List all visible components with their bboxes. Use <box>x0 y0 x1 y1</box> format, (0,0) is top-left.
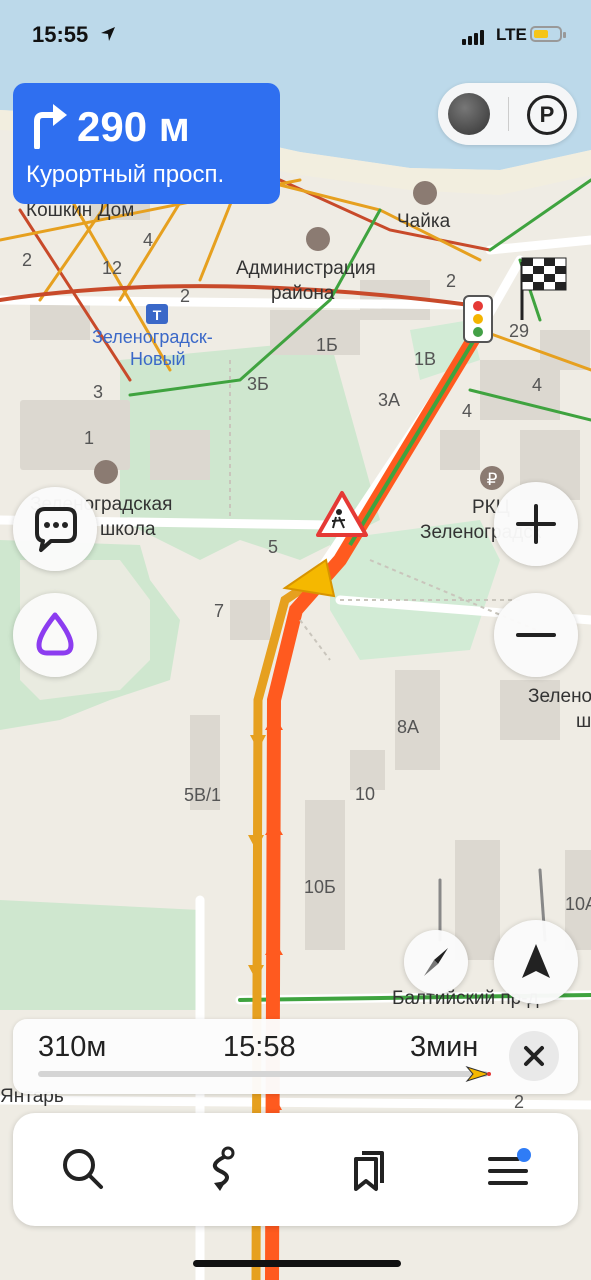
map-house-number: 29 <box>509 321 530 341</box>
map-house-number: 10Б <box>304 877 336 897</box>
map-house-number: 1В <box>414 349 437 369</box>
map-house-number: 5 <box>268 537 279 557</box>
route-progress-bar <box>38 1071 488 1077</box>
map-house-number: 2 <box>22 250 33 270</box>
search-icon[interactable] <box>57 1143 109 1195</box>
traffic-layer-icon[interactable] <box>448 93 490 135</box>
map-label-station-2: Новый <box>130 349 186 369</box>
map-house-number: 10 <box>355 784 376 804</box>
map-house-number: 10А <box>565 894 591 914</box>
alice-voice-assistant-icon <box>36 612 74 656</box>
alice-button[interactable] <box>13 593 97 677</box>
map-house-number: 4 <box>143 230 154 250</box>
map-label-zelen-right-2: ш <box>576 711 591 732</box>
map-house-number: 4 <box>462 401 473 421</box>
map-house-number: 2 <box>180 286 191 306</box>
status-bar: 15:55 LTE <box>0 0 591 70</box>
map-house-number: 2 <box>446 271 457 291</box>
zoom-in-button[interactable] <box>494 482 578 566</box>
map-house-number: 2 <box>514 1092 525 1112</box>
map-house-number: 1 <box>84 428 95 448</box>
map-house-number: 12 <box>102 258 123 278</box>
menu-icon[interactable] <box>482 1143 534 1195</box>
parking-icon[interactable]: P <box>527 95 567 135</box>
map-house-number: 7 <box>214 601 225 621</box>
route-info-panel[interactable]: 310м 15:58 3мин <box>13 1019 578 1094</box>
plus-icon <box>516 504 556 544</box>
map-house-number: 1Б <box>316 335 338 355</box>
bottom-navigation <box>13 1113 578 1226</box>
location-arrow-icon <box>101 27 115 41</box>
map-house-number: 5В/1 <box>184 785 222 805</box>
map-layers-control: P <box>438 83 577 145</box>
map-house-number: 3А <box>378 390 401 410</box>
map-label-station: Зеленоградск- <box>92 327 213 347</box>
maneuver-distance: 290 м <box>77 103 190 150</box>
turn-right-arrow-icon <box>34 104 67 149</box>
map-house-number: 4 <box>532 375 543 395</box>
svg-text:T: T <box>153 307 162 323</box>
zoom-out-button[interactable] <box>494 593 578 677</box>
route-duration: 3мин <box>410 1031 479 1063</box>
signal-icon <box>462 27 486 45</box>
route-icon[interactable] <box>198 1143 250 1195</box>
close-route-button[interactable] <box>509 1031 559 1081</box>
map-house-number: 3 <box>93 382 104 402</box>
route-distance: 310м <box>38 1031 107 1063</box>
map-house-number: 3Б <box>247 374 269 394</box>
navigation-arrow-icon <box>522 944 550 978</box>
map-house-number: 8А <box>397 717 420 737</box>
compass-icon <box>424 948 448 976</box>
bookmarks-icon[interactable] <box>340 1143 392 1195</box>
locate-button[interactable] <box>494 920 578 1004</box>
map-label-zelen-right: Зелено <box>528 686 591 707</box>
status-time: 15:55 <box>32 22 89 47</box>
compass-button[interactable] <box>404 930 468 994</box>
network-type: LTE <box>496 25 527 44</box>
battery-icon <box>530 26 566 42</box>
chat-bubble-icon <box>35 507 77 552</box>
close-icon <box>524 1046 544 1066</box>
divider <box>508 97 509 131</box>
arrival-time: 15:58 <box>223 1031 296 1063</box>
map-label-chaika: Чайка <box>397 211 451 232</box>
map-label-administration: Администрация <box>236 258 376 279</box>
map-label-school-2: школа <box>100 519 156 540</box>
maneuver-card[interactable]: 290 м Курортный просп. <box>13 83 280 204</box>
maneuver-street: Курортный просп. <box>26 161 225 188</box>
chat-button[interactable] <box>13 487 97 571</box>
map-label-rayona: района <box>271 283 335 304</box>
vehicle-progress-icon <box>465 1065 491 1083</box>
home-indicator[interactable] <box>193 1260 401 1267</box>
minus-icon <box>516 633 556 637</box>
